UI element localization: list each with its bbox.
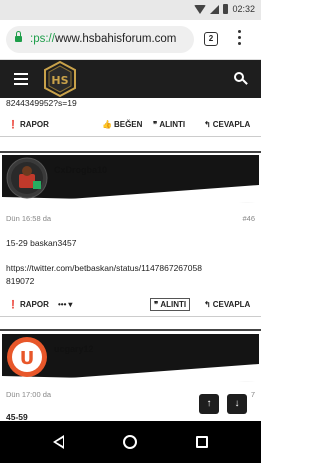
site-header: HS [0,60,261,98]
post-date: Dün 16:58 da [6,214,52,223]
browser-menu-icon[interactable] [234,30,244,48]
reply-icon: ↰ [204,120,211,129]
scroll-top-button[interactable]: ↑ [199,394,219,414]
report-button[interactable]: ❗ RAPOR [8,120,49,129]
alert-icon: ❗ [8,300,18,309]
home-icon[interactable] [123,435,137,449]
report-label: RAPOR [19,120,49,129]
reply-label: CEVAPLA [212,120,251,129]
post-date: Dün 17:00 da [6,390,52,399]
post-link-cont[interactable]: 819072 [6,276,34,286]
username[interactable]: CxDrogba10 [54,165,107,175]
alert-icon: ❗ [8,120,18,129]
search-icon[interactable] [234,72,248,86]
like-button[interactable]: 👍 BEĞEN [102,120,142,129]
back-icon[interactable] [53,435,64,449]
quote-button[interactable]: ❞ ALINTI [153,120,185,129]
status-bar: 02:32 [0,0,261,20]
quote-button[interactable]: ❞ ALINTI [150,298,191,311]
status-icons: 02:32 [194,4,255,14]
tab-switcher-button[interactable]: 2 [204,32,218,46]
post-number[interactable]: #46 [242,214,255,223]
report-button[interactable]: ❗ RAPOR [8,300,49,309]
reply-icon: ↰ [204,300,211,309]
post-link[interactable]: https://twitter.com/betbaskan/status/114… [6,263,202,273]
logo-text: HS [51,74,68,87]
reply-button[interactable]: ↰ CEVAPLA [204,120,250,129]
url-scheme: :ps:// [30,33,55,45]
signal-icon [210,4,220,14]
post-link-tail[interactable]: 8244349952?s=19 [6,98,77,108]
avatar[interactable] [6,157,48,199]
user-banner: CxDrogba10 [2,155,259,203]
chevron-down-icon: ▾ [68,300,73,309]
battery-icon [223,4,229,14]
url-text[interactable]: :ps://www.hsbahisforum.com [30,33,176,45]
post-divider [0,151,261,153]
post-body: 45-59 [6,412,28,421]
more-button[interactable]: ••• ▾ [58,300,72,309]
menu-icon[interactable] [14,73,28,85]
quote-label: ALINTI [160,300,187,309]
post-body: 15-29 baskan3457 [6,238,77,248]
quote-icon: ❞ [153,120,158,129]
report-label: RAPOR [19,300,49,309]
address-bar[interactable]: :ps://www.hsbahisforum.com [6,26,194,53]
quote-icon: ❞ [154,300,159,309]
site-logo[interactable]: HS [42,60,78,98]
status-time: 02:32 [232,4,255,14]
arrow-up-icon: ↑ [206,398,212,409]
more-label: ••• [58,300,67,309]
reply-label: CEVAPLA [212,300,251,309]
like-label: BEĞEN [113,120,143,129]
user-banner: U ucgary12 [2,334,259,382]
post-divider [0,329,261,331]
system-nav-bar [0,421,261,463]
post-number[interactable]: 7 [251,390,255,399]
post-actions: ❗ RAPOR ••• ▾ ❞ ALINTI ↰ CEVAPLA [0,295,261,317]
wifi-icon [194,4,207,14]
reply-button[interactable]: ↰ CEVAPLA [204,300,250,309]
browser-toolbar: :ps://www.hsbahisforum.com 2 [0,20,261,60]
thread-content: 8244349952?s=19 ❗ RAPOR 👍 BEĞEN ❞ ALINTI ↰ C… [0,98,261,421]
quote-label: ALINTI [159,120,186,129]
scroll-bottom-button[interactable]: ↓ [227,394,247,414]
post-actions: ❗ RAPOR 👍 BEĞEN ❞ ALINTI ↰ CEVAPLA [0,115,261,137]
avatar[interactable]: U [6,336,48,378]
username[interactable]: ucgary12 [54,344,94,354]
arrow-down-icon: ↓ [234,398,240,409]
lock-icon[interactable] [15,31,22,43]
thumbs-up-icon: 👍 [102,120,112,129]
avatar-letter: U [20,348,35,369]
recents-icon[interactable] [196,436,208,448]
url-host: www.hsbahisforum.com [54,33,177,45]
